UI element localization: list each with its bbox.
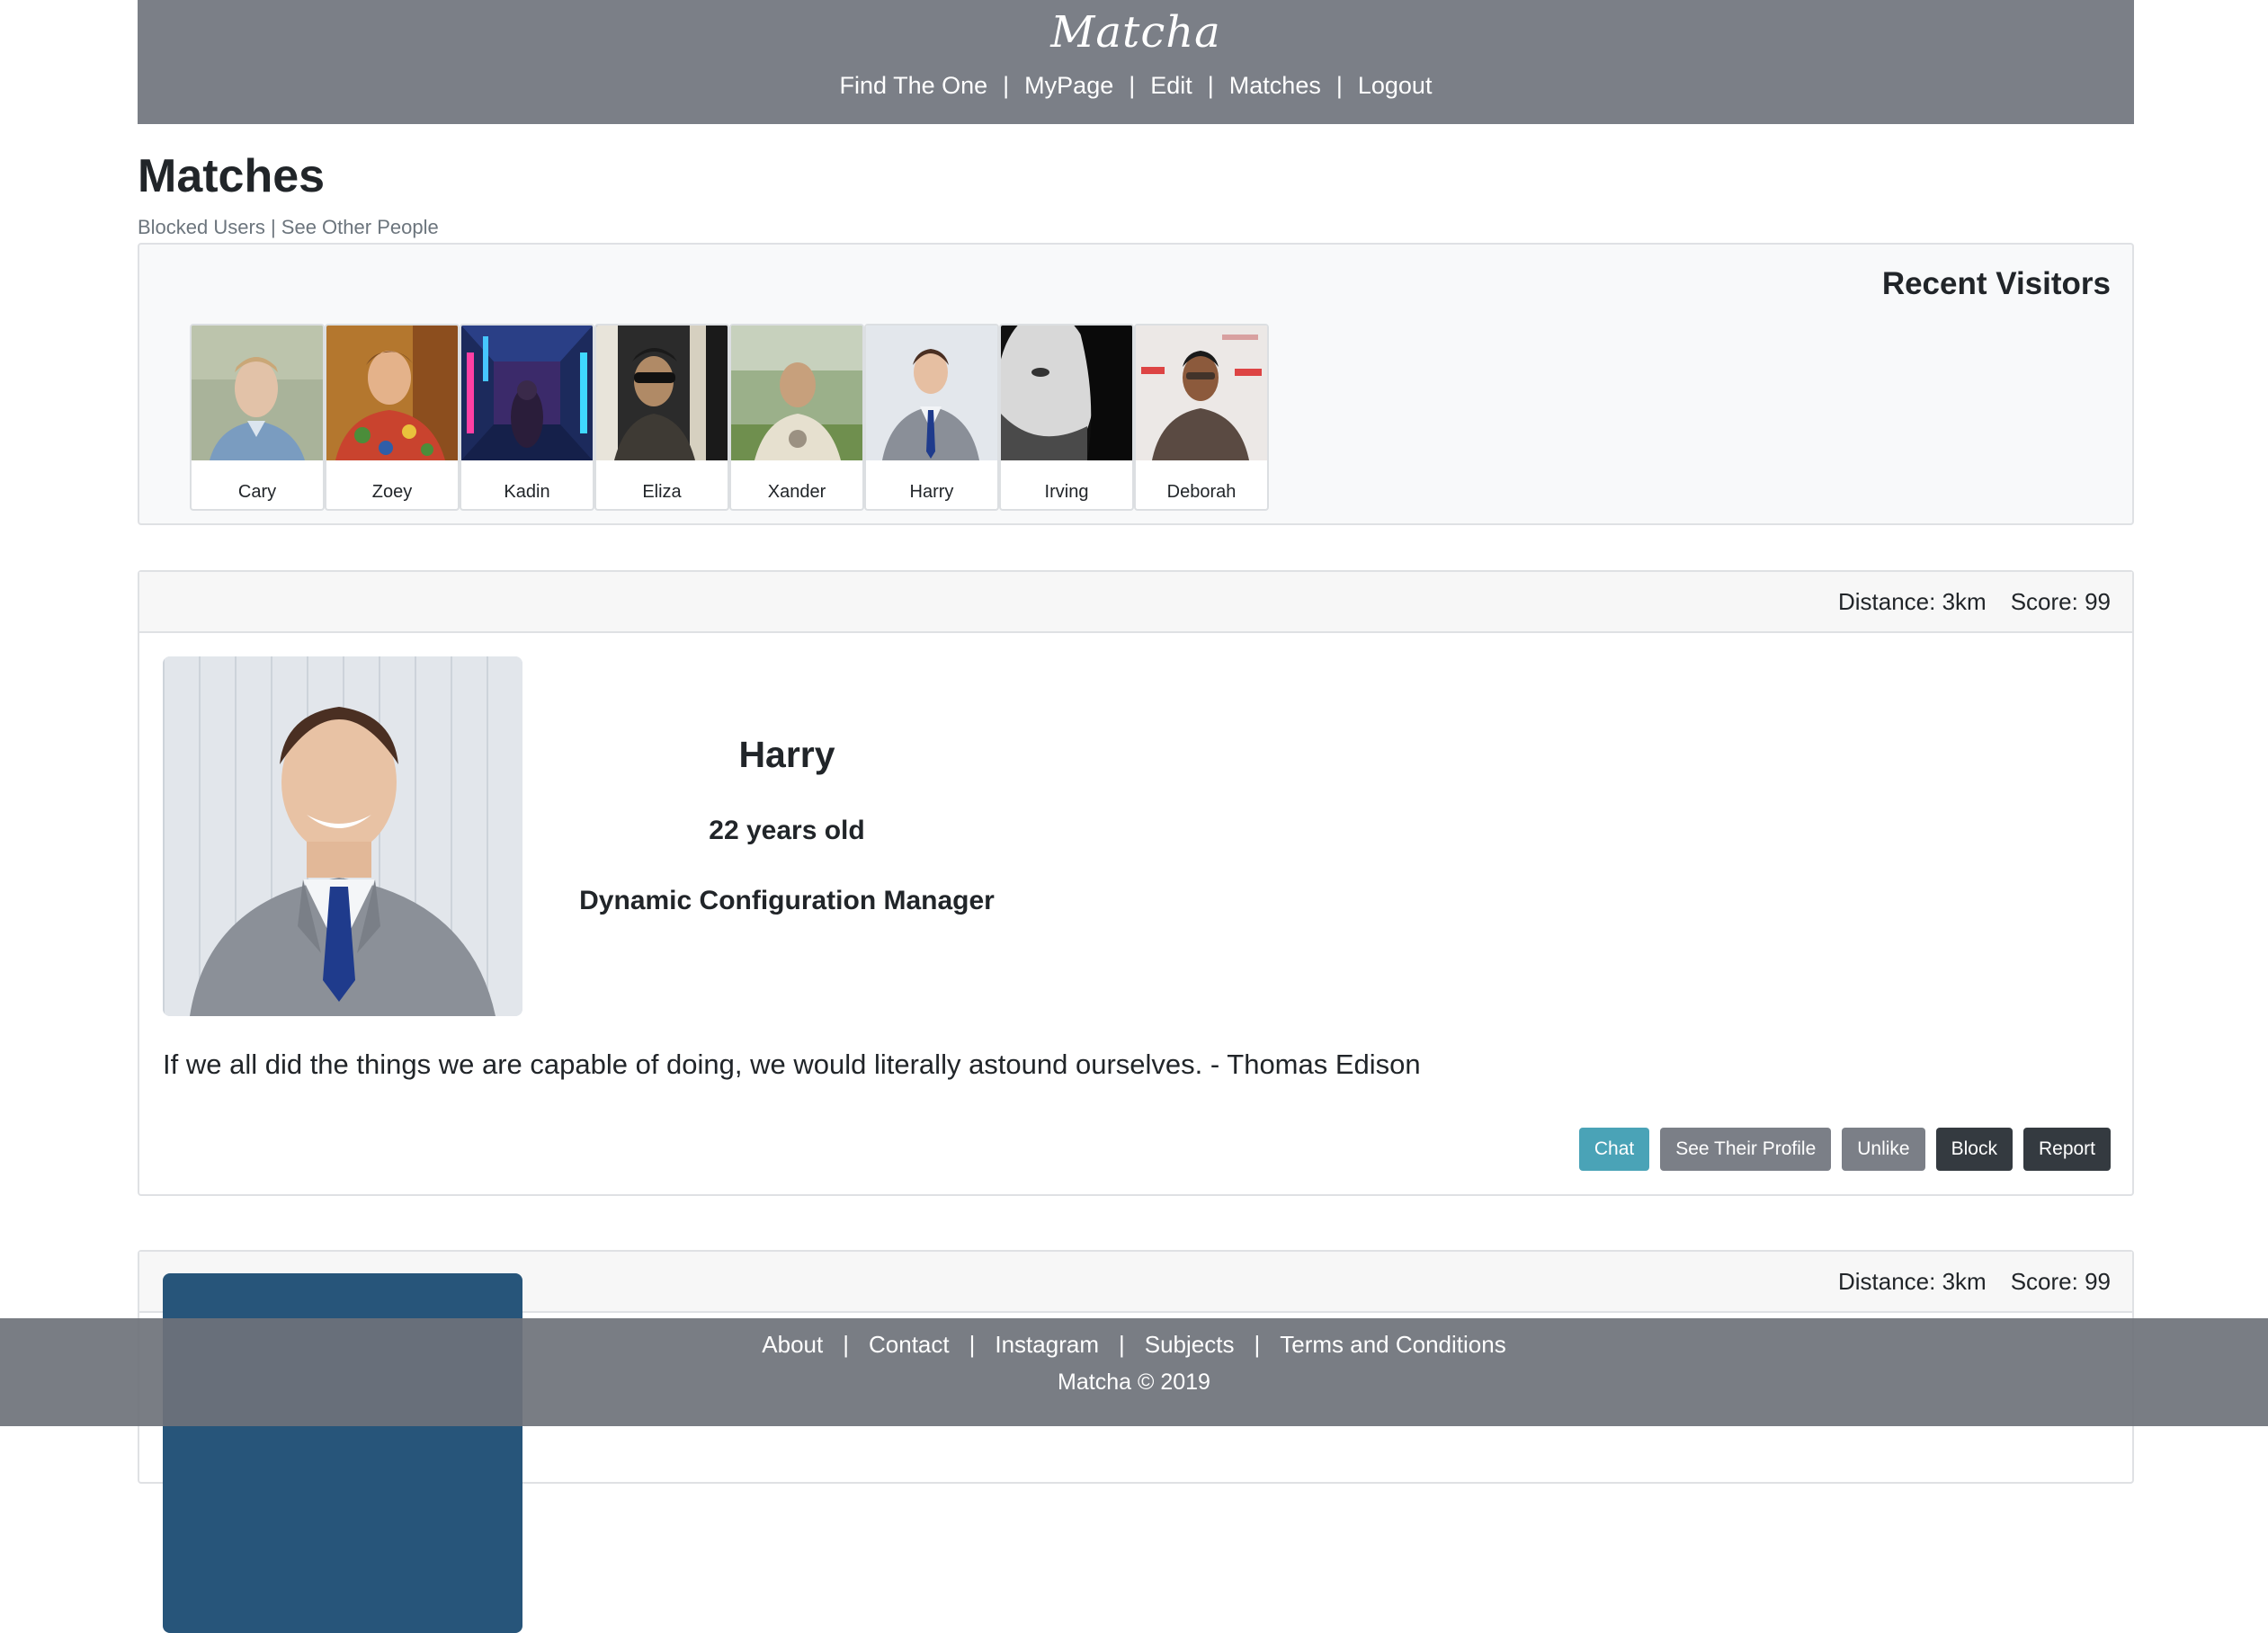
nav-separator: | [1207,72,1214,99]
nav-edit[interactable]: Edit [1150,72,1192,100]
visitor-card-xander[interactable]: Xander [729,324,864,511]
nav-logout[interactable]: Logout [1358,72,1433,100]
visitor-list: Cary Zoey Kadin Eliza Xander Harry Irvin… [190,324,1269,511]
score-label: Score: 99 [2010,1267,2111,1295]
visitor-name: Kadin [504,482,550,502]
visitor-name: Irving [1044,482,1089,502]
footer-instagram-link[interactable]: Instagram [995,1331,1099,1359]
site-header: Matcha Find The One | MyPage | Edit | Ma… [138,0,2134,124]
visitor-card-irving[interactable]: Irving [999,324,1134,511]
main-nav: Find The One | MyPage | Edit | Matches |… [138,72,2134,100]
nav-find-the-one[interactable]: Find The One [840,72,988,100]
nav-mypage[interactable]: MyPage [1024,72,1113,100]
page-sublinks: Blocked Users | See Other People [138,216,439,239]
visitor-card-harry[interactable]: Harry [864,324,999,511]
visitor-photo-xander [731,326,862,460]
match-card-header: Distance: 3km Score: 99 [139,572,2132,633]
distance-label: Distance: 3km [1837,1267,1987,1295]
footer-separator: | [969,1331,976,1358]
nav-matches[interactable]: Matches [1229,72,1321,100]
copyright: Matcha © 2019 [1058,1370,1210,1395]
visitor-photo-eliza [596,326,728,460]
see-other-people-link[interactable]: See Other People [281,216,439,238]
blocked-users-link[interactable]: Blocked Users [138,216,265,238]
page-title: Matches [138,150,326,202]
footer-subjects-link[interactable]: Subjects [1145,1331,1235,1359]
profile-job: Dynamic Configuration Manager [579,886,995,915]
footer-terms-link[interactable]: Terms and Conditions [1280,1331,1505,1359]
recent-visitors-panel: Recent Visitors Cary Zoey Kadin Eliza Xa… [138,243,2134,525]
visitor-name: Eliza [642,482,682,502]
footer-separator: | [1254,1331,1261,1358]
profile-name: Harry [738,734,835,775]
see-profile-button[interactable]: See Their Profile [1660,1128,1832,1171]
visitor-photo-kadin [461,326,593,460]
visitor-photo-irving [1001,326,1132,460]
profile-bio: If we all did the things we are capable … [163,1049,1421,1080]
visitor-card-cary[interactable]: Cary [190,324,325,511]
chat-button[interactable]: Chat [1578,1128,1650,1171]
block-button[interactable]: Block [1935,1128,2013,1171]
report-button[interactable]: Report [2022,1128,2111,1171]
nav-separator: | [1003,72,1010,99]
profile-age: 22 years old [709,816,865,845]
visitor-card-deborah[interactable]: Deborah [1134,324,1269,511]
visitor-photo-deborah [1136,326,1267,460]
footer-contact-link[interactable]: Contact [869,1331,950,1359]
visitor-card-eliza[interactable]: Eliza [594,324,729,511]
footer-about-link[interactable]: About [762,1331,823,1359]
distance-label: Distance: 3km [1837,587,1987,615]
recent-visitors-title: Recent Visitors [1881,266,2111,301]
brand-logo[interactable]: Matcha [138,7,2134,58]
visitor-name: Harry [909,482,954,502]
match-card: Distance: 3km Score: 99 Harry 22 years o… [138,570,2134,1196]
visitor-card-kadin[interactable]: Kadin [460,324,594,511]
visitor-photo-harry [866,326,997,460]
nav-separator: | [1335,72,1343,99]
footer-separator: | [1118,1331,1125,1358]
sublink-separator: | [264,216,281,238]
score-label: Score: 99 [2010,587,2111,615]
profile-info: Harry 22 years old Dynamic Configuration… [553,734,1021,916]
visitor-card-zoey[interactable]: Zoey [325,324,460,511]
visitor-name: Deborah [1166,482,1237,502]
site-footer: About | Contact | Instagram | Subjects |… [0,1318,2268,1426]
unlike-button[interactable]: Unlike [1842,1128,1925,1171]
profile-photo[interactable] [163,656,522,1016]
visitor-name: Cary [237,482,277,502]
footer-nav: About | Contact | Instagram | Subjects |… [0,1331,2268,1359]
match-actions: Chat See Their Profile Unlike Block Repo… [1568,1128,2111,1171]
footer-separator: | [843,1331,849,1358]
visitor-name: Xander [767,482,826,502]
visitor-photo-cary [192,326,323,460]
visitor-photo-zoey [326,326,458,460]
visitor-name: Zoey [371,482,413,502]
nav-separator: | [1129,72,1136,99]
